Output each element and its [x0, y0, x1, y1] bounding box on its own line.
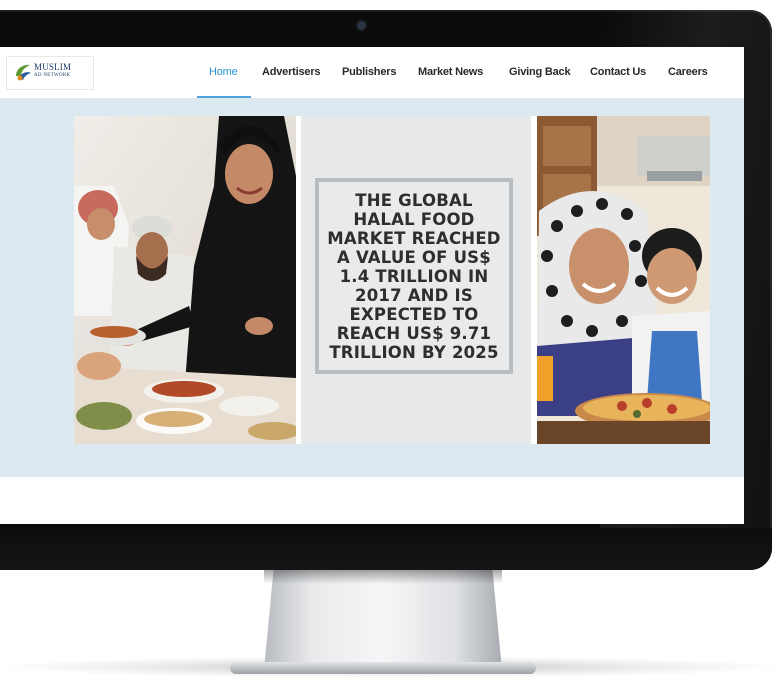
nav-contact-us[interactable]: Contact Us [590, 66, 646, 78]
nav-market-news[interactable]: Market News [418, 66, 483, 78]
logo-subtitle: AD NETWORK [34, 73, 71, 78]
monitor-stand-neck [264, 570, 502, 670]
monitor-stand-base [230, 662, 536, 674]
logo-name: MUSLIM [34, 62, 72, 72]
slide-text-panel: THE GLOBAL HALAL FOOD MARKET REACHED A V… [301, 116, 627, 444]
headline-frame: THE GLOBAL HALAL FOOD MARKET REACHED A V… [315, 178, 513, 374]
top-navigation: MUSLIM AD NETWORK Home Advertisers Publi… [0, 47, 744, 99]
family-dining-photo [74, 116, 296, 444]
monitor-chin [0, 528, 772, 570]
webcam-icon [357, 21, 366, 30]
monitor-mockup: MUSLIM AD NETWORK Home Advertisers Publi… [0, 0, 778, 681]
nav-home[interactable]: Home [209, 66, 238, 78]
nav-careers[interactable]: Careers [668, 66, 708, 78]
nav-giving-back[interactable]: Giving Back [509, 66, 571, 78]
stand-shadow [264, 570, 502, 584]
content-area [0, 477, 744, 524]
nav-publishers[interactable]: Publishers [342, 66, 396, 78]
slide-headline: THE GLOBAL HALAL FOOD MARKET REACHED A V… [327, 190, 501, 362]
logo-emblem-icon [16, 64, 31, 81]
hero-slider[interactable]: THE GLOBAL HALAL FOOD MARKET REACHED A V… [74, 116, 710, 444]
website-screen: MUSLIM AD NETWORK Home Advertisers Publi… [0, 47, 744, 524]
mother-and-child-pizza-photo [537, 116, 710, 444]
active-tab-indicator [197, 96, 251, 98]
nav-advertisers[interactable]: Advertisers [262, 66, 321, 78]
site-logo[interactable]: MUSLIM AD NETWORK [6, 56, 94, 90]
